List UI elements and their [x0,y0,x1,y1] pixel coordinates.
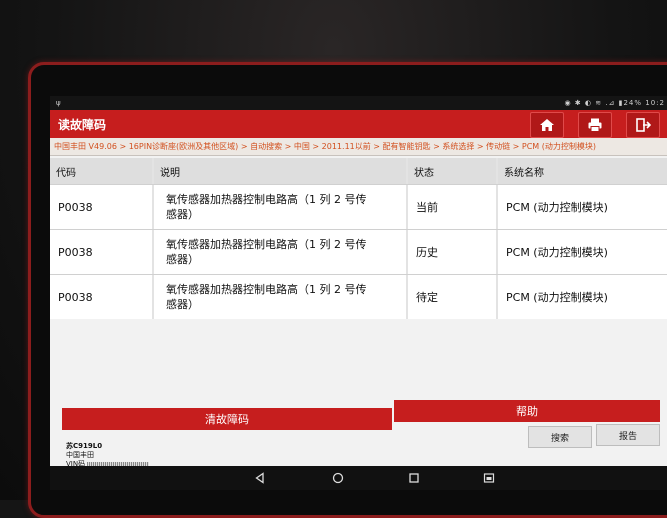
vehicle-make: 中国丰田 [66,451,94,459]
home-icon [540,119,554,131]
exit-icon [636,118,651,132]
clear-codes-button[interactable]: 清故障码 [62,408,392,430]
home-button[interactable] [530,112,564,138]
dtc-status: 待定 [406,275,496,319]
dtc-code: P0038 [58,200,93,214]
home-nav-button[interactable] [331,471,345,485]
dtc-system: PCM (动力控制模块) [496,185,667,229]
back-icon [255,472,264,484]
dtc-description: 氧传感器加热器控制电路高（1 列 2 号传 感器） [152,230,406,274]
square-recents-icon [409,473,419,483]
breadcrumb: 中国丰田 V49.06 > 16PIN诊断座(欧洲及其他区域) > 自动搜索 >… [50,138,667,156]
page-title: 读故障码 [58,118,107,132]
dtc-description-line1: 氧传感器加热器控制电路高（1 列 2 号传 [166,238,367,251]
print-button[interactable] [578,112,612,138]
screenshot-icon [483,473,495,483]
status-indicators: ◉ ✱ ◐ ≋ .⊿ ▮24% 10:2 [564,99,665,107]
dtc-description: 氧传感器加热器控制电路高（1 列 2 号传 感器） [152,185,406,229]
vehicle-plate: 苏C919L0 [66,442,103,450]
screenshot-button[interactable] [482,471,496,485]
dtc-code: P0038 [58,290,93,304]
dtc-status: 历史 [406,230,496,274]
table-header: 代码 说明 状态 系统名称 [50,158,667,184]
dtc-description-line2: 感器） [166,253,199,266]
search-button[interactable]: 搜索 [528,426,592,448]
report-button[interactable]: 报告 [596,424,660,446]
dtc-system: PCM (动力控制模块) [496,230,667,274]
table-row[interactable]: P0038 氧传感器加热器控制电路高（1 列 2 号传 感器） 当前 PCM (… [50,184,667,229]
dtc-description-line1: 氧传感器加热器控制电路高（1 列 2 号传 [166,193,367,206]
dtc-description: 氧传感器加热器控制电路高（1 列 2 号传 感器） [152,275,406,319]
fault-code-table: 代码 说明 状态 系统名称 P0038 氧传感器加热器控制电路高（1 列 2 号… [50,158,667,319]
table-row[interactable]: P0038 氧传感器加热器控制电路高（1 列 2 号传 感器） 待定 PCM (… [50,274,667,319]
printer-icon [588,118,602,132]
back-button[interactable] [253,471,267,485]
dtc-code: P0038 [58,245,93,259]
usb-icon: ψ [56,99,61,107]
header-code: 代码 [56,167,76,179]
dtc-status: 当前 [406,185,496,229]
header-status: 状态 [406,158,496,184]
tablet-screen: ψ ◉ ✱ ◐ ≋ .⊿ ▮24% 10:2 读故障码 中国丰田 V49.06 … [50,96,667,490]
dtc-description-line2: 感器） [166,298,199,311]
vehicle-info: 苏C919L0 中国丰田 VIN码 [66,442,150,469]
header-description: 说明 [152,158,406,184]
dtc-description-line2: 感器） [166,208,199,221]
header-system-name: 系统名称 [496,158,667,184]
recents-button[interactable] [407,471,421,485]
help-button[interactable]: 帮助 [394,400,660,422]
exit-button[interactable] [626,112,660,138]
status-bar: ψ ◉ ✱ ◐ ≋ .⊿ ▮24% 10:2 [50,96,667,110]
table-row[interactable]: P0038 氧传感器加热器控制电路高（1 列 2 号传 感器） 历史 PCM (… [50,229,667,274]
dtc-description-line1: 氧传感器加热器控制电路高（1 列 2 号传 [166,283,367,296]
title-bar: 读故障码 [50,110,667,138]
dtc-system: PCM (动力控制模块) [496,275,667,319]
android-nav-bar [50,466,667,490]
circle-home-icon [332,472,344,484]
